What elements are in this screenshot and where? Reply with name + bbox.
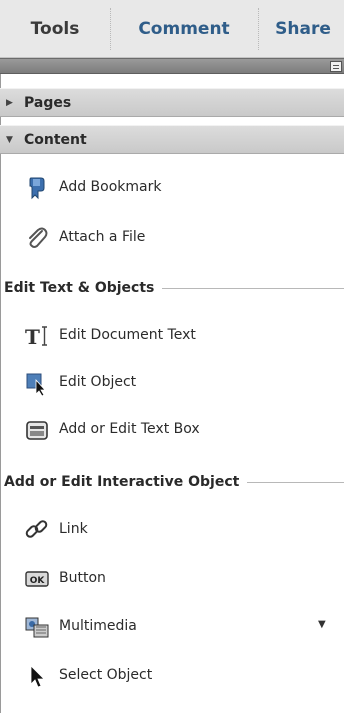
link-label: Link [59, 521, 88, 537]
expanded-caret-icon: ▼ [6, 134, 13, 145]
panel-options-icon[interactable] [330, 61, 342, 72]
select-object-item[interactable]: Select Object [0, 653, 344, 697]
multimedia-item[interactable]: Multimedia ▼ [0, 604, 344, 648]
multimedia-icon [25, 617, 49, 638]
edit-object-item[interactable]: Edit Object [0, 360, 344, 404]
text-cursor-icon: T [25, 325, 47, 349]
svg-text:OK: OK [30, 576, 46, 586]
chain-link-icon [25, 520, 48, 538]
section-title: Edit Text & Objects [4, 280, 155, 296]
panel-content[interactable]: ▼ Content [0, 125, 344, 154]
button-label: Button [59, 570, 106, 586]
toolbar-strip [0, 58, 344, 74]
link-item[interactable]: Link [0, 507, 344, 551]
ok-button-icon: OK [25, 571, 49, 587]
svg-text:T: T [25, 325, 40, 349]
tab-tools[interactable]: Tools [0, 0, 110, 58]
add-bookmark-item[interactable]: Add Bookmark [0, 165, 344, 209]
edit-object-label: Edit Object [59, 374, 137, 390]
panel-pages[interactable]: ▶ Pages [0, 88, 344, 117]
tab-share[interactable]: Share [258, 0, 344, 58]
select-object-label: Select Object [59, 667, 153, 683]
bookmark-icon [29, 177, 45, 200]
top-tab-bar: Tools Comment Share [0, 0, 344, 58]
section-edit-text-objects: Edit Text & Objects [0, 276, 344, 300]
add-edit-text-box-item[interactable]: Add or Edit Text Box [0, 407, 344, 451]
collapsed-caret-icon: ▶ [6, 97, 13, 108]
panel-pages-label: Pages [24, 94, 72, 111]
add-edit-text-box-label: Add or Edit Text Box [59, 421, 200, 437]
button-item[interactable]: OK Button [0, 556, 344, 600]
section-title: Add or Edit Interactive Object [4, 474, 240, 490]
attach-file-label: Attach a File [59, 229, 146, 245]
multimedia-label: Multimedia [59, 618, 137, 634]
edit-document-text-item[interactable]: T Edit Document Text [0, 313, 344, 357]
section-divider [247, 481, 344, 483]
panel-content-label: Content [24, 131, 87, 148]
edit-object-icon [26, 373, 46, 396]
text-box-icon [26, 421, 48, 440]
section-interactive-object: Add or Edit Interactive Object [0, 470, 344, 494]
add-bookmark-label: Add Bookmark [59, 179, 162, 195]
attach-file-item[interactable]: Attach a File [0, 215, 344, 259]
edit-document-text-label: Edit Document Text [59, 327, 196, 343]
paperclip-icon [29, 227, 48, 248]
section-divider [162, 287, 344, 289]
multimedia-dropdown-icon[interactable]: ▼ [318, 619, 326, 630]
arrow-pointer-icon [30, 665, 45, 688]
tab-comment[interactable]: Comment [110, 0, 258, 58]
